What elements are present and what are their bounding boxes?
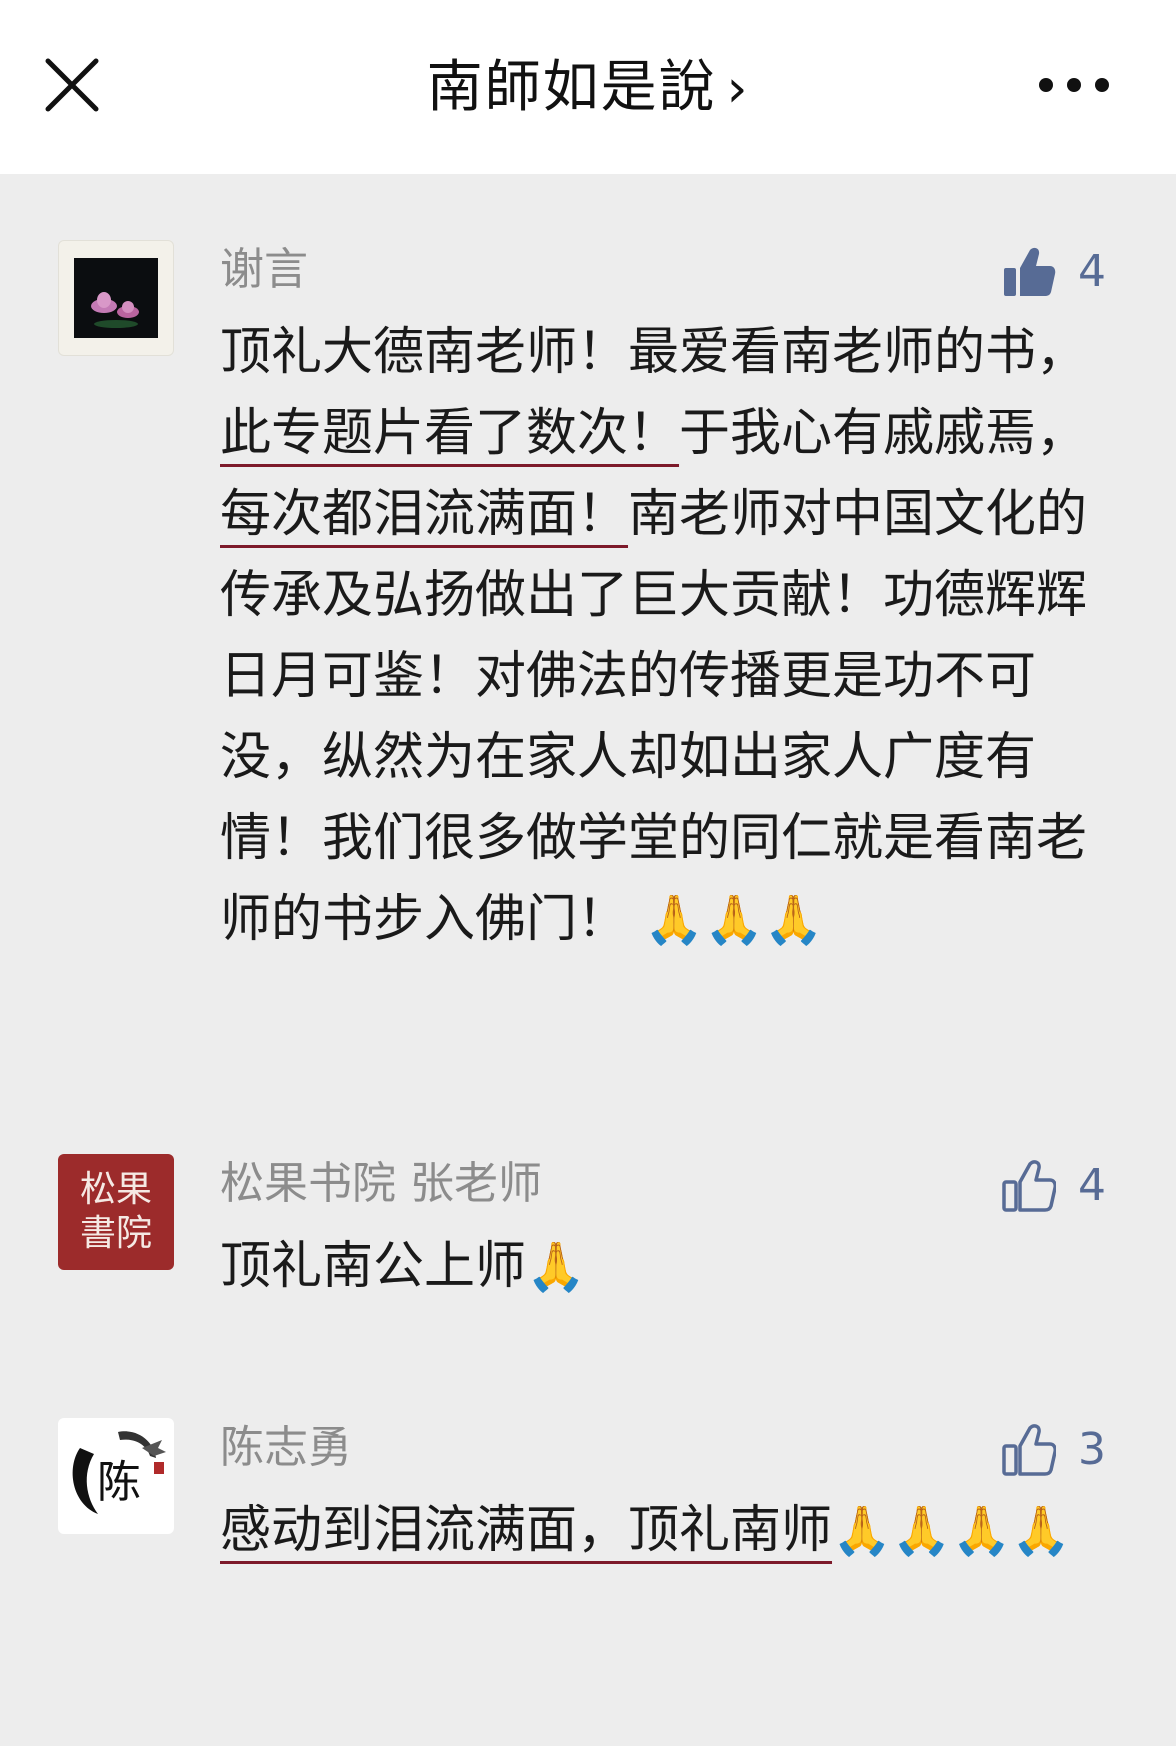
thumbs-up-icon [1002,1424,1056,1476]
more-icon [1039,78,1109,92]
praying-hands-emoji: 🙏🙏🙏🙏 [832,1503,1072,1559]
page-title-text: 南師如是說 [426,55,717,120]
chevron-right-icon: › [726,59,750,119]
highlighted-text: 每次都泪流满面！ [220,485,629,544]
lotus-avatar-image [74,258,158,338]
comment-text: 顶礼南公上师 [220,1237,527,1296]
comment-body: 顶礼大德南老师！最爱看南老师的书， 此专题片看了数次！于我心有戚戚焉， 每次都泪流满… [220,312,1120,961]
comment-author[interactable]: 谢言 [220,240,308,300]
comment-text: 南老师对中国文化的传承及弘扬做出了巨大贡献！功德辉辉日月可鉴！对佛法的传播更是功… [220,485,1088,949]
like-button[interactable]: 4 [1000,1154,1150,1218]
comment-text: 于我心有戚戚焉， [679,404,1088,463]
avatar[interactable] [58,240,174,356]
like-button[interactable]: 4 [1000,240,1150,304]
avatar[interactable]: 陈 [58,1418,174,1534]
praying-hands-emoji: 🙏 [526,1239,586,1295]
comment-body: 感动到泪流满面，顶礼南师🙏🙏🙏🙏 [220,1490,1120,1572]
page-title[interactable]: 南師如是說 › [0,52,1176,125]
comment-author[interactable]: 松果书院 张老师 [220,1154,542,1214]
thumbs-up-icon [1002,1160,1056,1212]
seal-avatar-text: 松果書院 [79,1169,152,1254]
like-count: 3 [1078,1424,1106,1475]
comment-text: 顶礼大德南老师！最爱看南老师的书， [220,323,1088,382]
top-bar: 南師如是說 › [0,0,1176,174]
ink-avatar-text: 陈 [97,1457,141,1508]
like-count: 4 [1078,246,1106,297]
more-button[interactable] [1034,70,1134,100]
thumbs-up-filled-icon [1004,247,1056,296]
highlighted-text: 感动到泪流满面，顶礼南师 [220,1501,833,1560]
comment-author[interactable]: 陈志勇 [220,1418,352,1478]
praying-hands-emoji: 🙏🙏🙏 [644,892,824,948]
avatar[interactable]: 松果書院 [58,1154,174,1270]
comment-body: 顶礼南公上师🙏 [220,1226,1120,1308]
like-count: 4 [1078,1160,1106,1211]
like-button[interactable]: 3 [1000,1418,1150,1482]
highlighted-text: 此专题片看了数次！ [220,404,680,463]
